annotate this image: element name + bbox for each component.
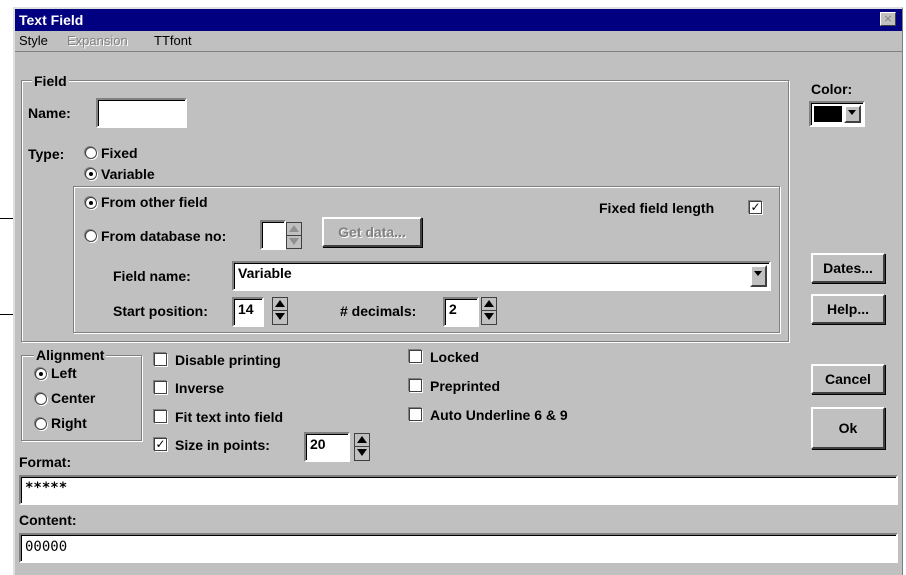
title-bar[interactable]: Text Field × — [15, 9, 902, 31]
check-icon: ✓ — [155, 437, 166, 451]
menu-expansion[interactable]: Expansion — [67, 33, 128, 48]
callout-line-1 — [0, 218, 13, 219]
start-position-spinner[interactable] — [272, 297, 288, 325]
dates-button[interactable]: Dates... — [811, 253, 885, 283]
spin-up-icon — [482, 298, 496, 311]
align-right-label[interactable]: Right — [51, 415, 87, 431]
fixed-field-length-label[interactable]: Fixed field length — [599, 200, 714, 216]
menu-style[interactable]: Style — [19, 33, 48, 48]
align-center-radio[interactable] — [35, 393, 47, 405]
locked-checkbox[interactable] — [409, 350, 422, 363]
database-no-input[interactable] — [260, 220, 286, 250]
preprinted-label[interactable]: Preprinted — [430, 378, 500, 394]
spin-down-icon — [355, 447, 369, 460]
align-right-radio[interactable] — [35, 418, 47, 430]
auto-underline-checkbox[interactable] — [409, 408, 422, 421]
alignment-group-legend: Alignment — [34, 347, 107, 363]
name-label: Name: — [28, 105, 71, 121]
ok-button[interactable]: Ok — [811, 407, 885, 449]
start-position-value: 14 — [238, 301, 254, 317]
color-select[interactable] — [809, 101, 865, 127]
get-data-button[interactable]: Get data... — [322, 217, 422, 247]
check-icon: ✓ — [750, 200, 761, 214]
size-in-points-value: 20 — [310, 436, 326, 452]
size-in-points-spinner[interactable] — [354, 433, 370, 461]
align-center-label[interactable]: Center — [51, 390, 95, 406]
field-name-value: Variable — [238, 265, 292, 281]
decimals-value: 2 — [449, 301, 457, 317]
preprinted-checkbox[interactable] — [409, 379, 422, 392]
fixed-field-length-checkbox[interactable]: ✓ — [749, 201, 762, 214]
content-input[interactable]: 00000 — [19, 533, 898, 563]
locked-label[interactable]: Locked — [430, 349, 479, 365]
type-fixed-label[interactable]: Fixed — [101, 145, 138, 161]
from-other-field-label[interactable]: From other field — [101, 194, 208, 210]
content-label: Content: — [19, 512, 77, 528]
format-label: Format: — [19, 454, 72, 470]
menu-bar: Style Expansion TTfont — [15, 31, 902, 52]
decimals-spinner[interactable] — [481, 297, 497, 325]
spin-up-icon — [273, 298, 287, 311]
text-field-dialog: Text Field × Style Expansion TTfont Fiel… — [13, 7, 903, 575]
from-database-label[interactable]: From database no: — [101, 228, 226, 244]
field-name-label: Field name: — [113, 268, 191, 284]
format-input[interactable]: ***** — [19, 475, 898, 505]
disable-printing-label[interactable]: Disable printing — [175, 352, 281, 368]
chevron-down-icon — [754, 271, 762, 276]
auto-underline-label[interactable]: Auto Underline 6 & 9 — [430, 407, 568, 423]
close-button[interactable]: × — [880, 12, 896, 26]
database-no-spinner[interactable] — [286, 222, 302, 249]
spin-up-icon — [355, 434, 369, 447]
name-input[interactable] — [96, 98, 187, 128]
start-position-input[interactable]: 14 — [232, 297, 264, 327]
type-label: Type: — [28, 146, 65, 162]
spin-down-icon — [482, 311, 496, 324]
decimals-label: # decimals: — [340, 303, 417, 319]
field-name-select[interactable]: Variable — [232, 261, 771, 291]
type-variable-radio[interactable] — [85, 168, 97, 180]
fit-text-label[interactable]: Fit text into field — [175, 409, 283, 425]
close-icon: × — [883, 12, 893, 25]
disable-printing-checkbox[interactable] — [154, 353, 167, 366]
fit-text-checkbox[interactable] — [154, 410, 167, 423]
size-in-points-label[interactable]: Size in points: — [175, 437, 270, 453]
color-label: Color: — [811, 81, 853, 97]
spin-down-icon — [287, 236, 301, 249]
spin-up-icon — [287, 223, 301, 236]
size-in-points-input[interactable]: 20 — [304, 432, 350, 462]
color-swatch — [814, 106, 842, 122]
from-other-field-radio[interactable] — [85, 197, 97, 209]
type-variable-label[interactable]: Variable — [101, 166, 155, 182]
help-button[interactable]: Help... — [811, 294, 885, 324]
inverse-label[interactable]: Inverse — [175, 380, 224, 396]
chevron-down-icon — [848, 110, 856, 115]
field-name-dropdown-button[interactable] — [750, 265, 767, 287]
start-position-label: Start position: — [113, 303, 208, 319]
spin-down-icon — [273, 311, 287, 324]
inverse-checkbox[interactable] — [154, 381, 167, 394]
field-group-legend: Field — [32, 73, 69, 89]
menu-ttfont[interactable]: TTfont — [154, 33, 192, 48]
align-left-label[interactable]: Left — [51, 365, 77, 381]
type-fixed-radio[interactable] — [85, 147, 97, 159]
cancel-button[interactable]: Cancel — [811, 364, 885, 394]
size-in-points-checkbox[interactable]: ✓ — [154, 438, 167, 451]
content-value: 00000 — [25, 539, 68, 555]
from-database-radio[interactable] — [85, 230, 97, 242]
window-title: Text Field — [19, 12, 84, 28]
decimals-input[interactable]: 2 — [443, 297, 479, 327]
format-value: ***** — [25, 480, 68, 496]
color-dropdown-button[interactable] — [844, 105, 861, 123]
align-left-radio[interactable] — [35, 368, 47, 380]
